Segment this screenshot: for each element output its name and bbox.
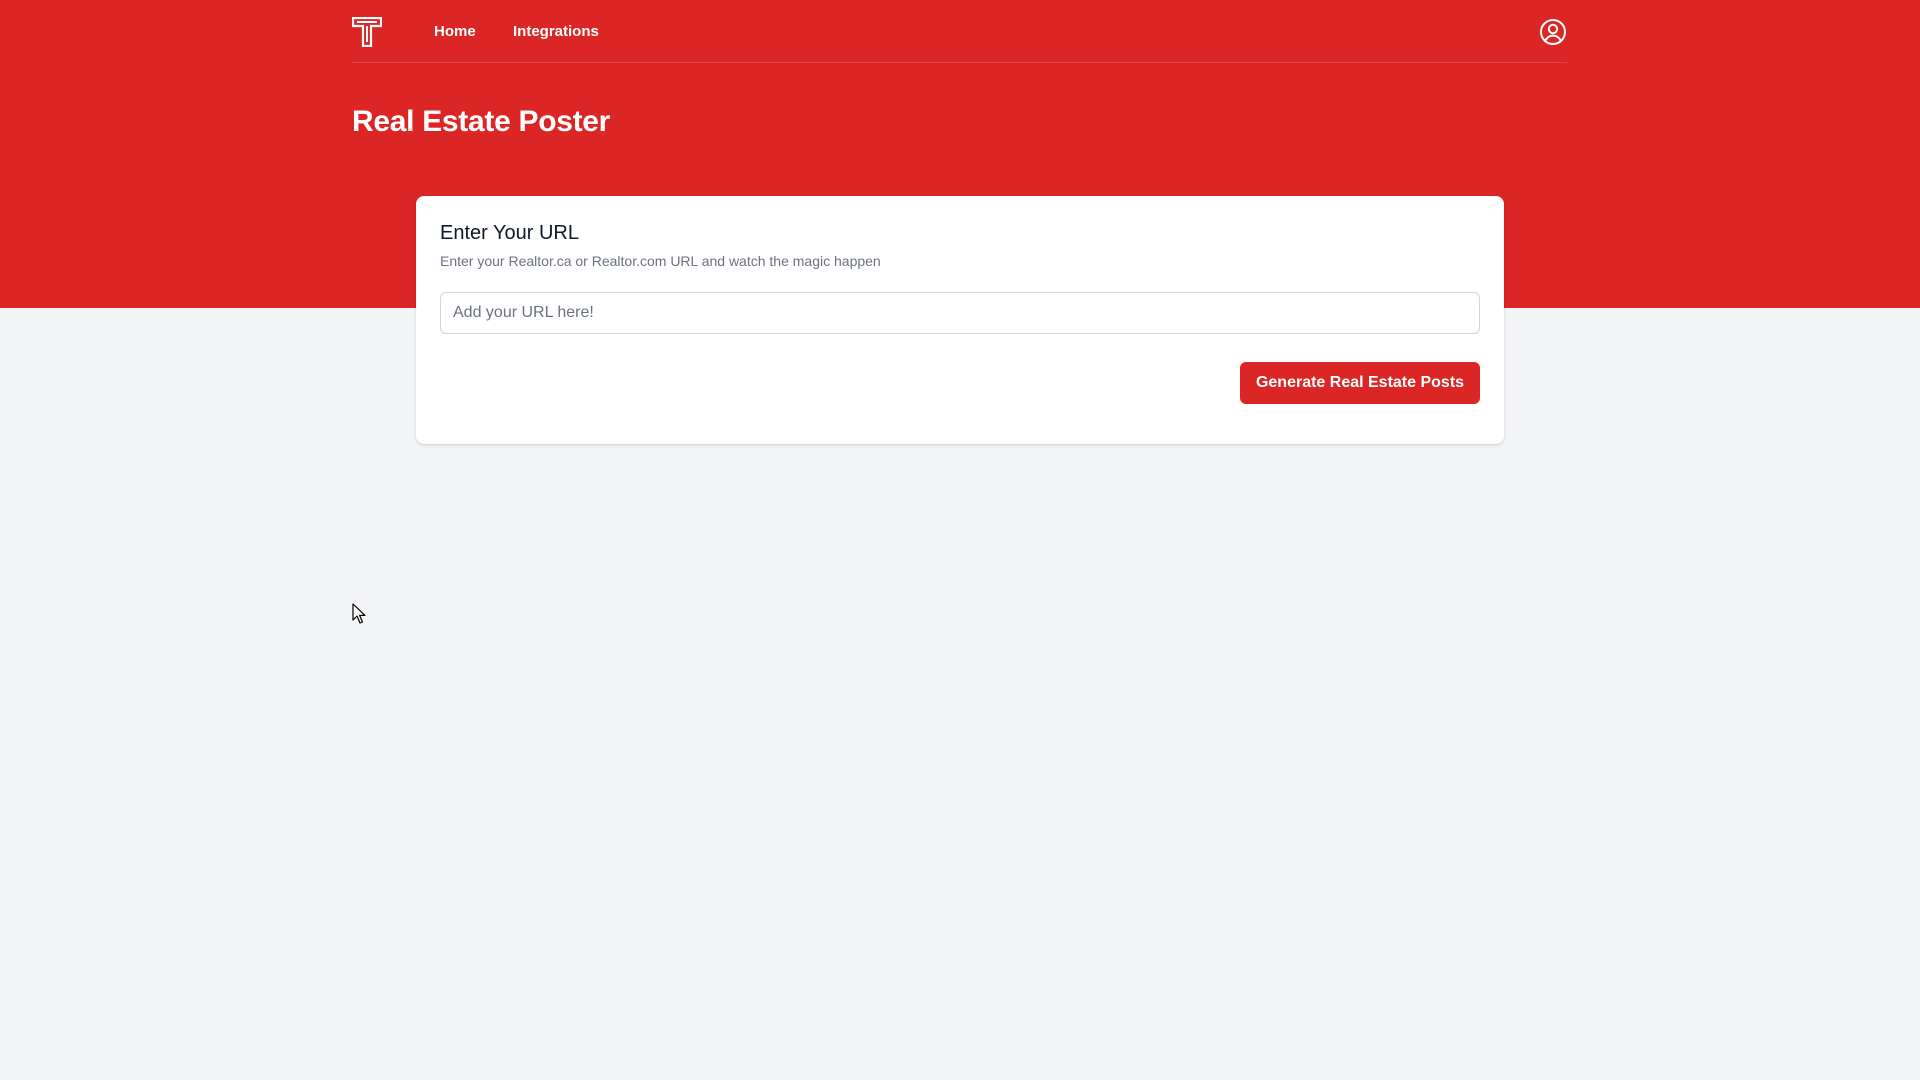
nav-link-integrations[interactable]: Integrations [513,22,599,42]
card-title: Enter Your URL [440,222,579,244]
url-input[interactable] [440,292,1480,334]
top-navigation-bar: Home Integrations [352,0,1567,63]
card-subtitle: Enter your Realtor.ca or Realtor.com URL… [440,253,881,269]
mouse-cursor-icon [352,603,366,624]
page-title: Real Estate Poster [352,105,611,138]
generate-real-estate-posts-button[interactable]: Generate Real Estate Posts [1240,362,1480,404]
nav-link-home[interactable]: Home [434,22,476,42]
user-circle-icon[interactable] [1539,18,1567,46]
url-form-card: Enter Your URL Enter your Realtor.ca or … [416,196,1504,444]
t-logo-icon[interactable] [352,17,382,47]
